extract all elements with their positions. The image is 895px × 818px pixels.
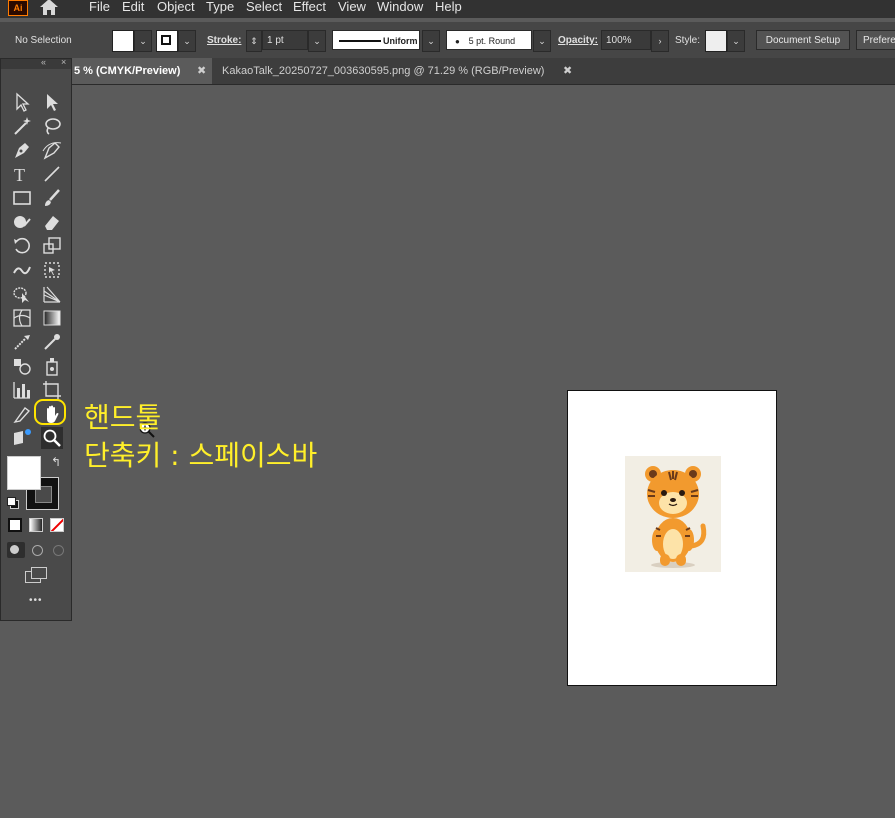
scale-tool-icon[interactable] <box>41 235 63 257</box>
symbol-sprayer-tool-icon[interactable] <box>41 355 63 377</box>
close-icon[interactable]: × <box>61 57 66 67</box>
illustrator-logo: Ai <box>8 0 28 16</box>
tab-label: 5 % (CMYK/Preview) <box>74 65 181 77</box>
tab-label: KakaoTalk_20250727_003630595.png @ 71.29… <box>222 65 545 77</box>
collapse-icon[interactable]: « <box>41 57 46 67</box>
close-icon[interactable]: ✖ <box>563 58 572 84</box>
eyedropper-tool-icon[interactable] <box>11 331 33 353</box>
draw-inside-icon[interactable] <box>49 542 67 558</box>
selection-status: No Selection <box>15 35 72 46</box>
shaper-tool-icon[interactable] <box>11 211 33 233</box>
warp-tool-icon[interactable] <box>11 259 33 281</box>
direct-selection-tool-icon[interactable] <box>41 91 63 113</box>
tab-document-2[interactable]: KakaoTalk_20250727_003630595.png @ 71.29… <box>212 58 582 84</box>
brush-dropdown[interactable]: ⌄ <box>533 30 551 52</box>
stroke-dropdown[interactable]: ⌄ <box>178 30 196 52</box>
blend-tool-icon[interactable] <box>11 355 33 377</box>
lasso-tool-icon[interactable] <box>41 115 63 137</box>
annotation-title: 핸드툴 <box>84 401 162 434</box>
menu-bar: Ai File Edit Object Type Select Effect V… <box>0 0 895 18</box>
tools-panel: « × T ↰ ••• <box>0 57 72 621</box>
menu-help[interactable]: Help <box>435 0 462 13</box>
draw-normal-icon[interactable] <box>7 542 25 558</box>
fill-color-box[interactable] <box>7 456 41 490</box>
zoom-tool-icon[interactable] <box>41 427 63 449</box>
perspective-grid-tool-icon[interactable] <box>41 283 63 305</box>
draw-behind-icon[interactable] <box>28 542 46 558</box>
annotation-shortcut: 단축키 : 스페이스바 <box>84 439 318 472</box>
tiger-illustration <box>645 466 707 568</box>
mesh-tool-icon[interactable] <box>11 307 33 329</box>
menu-select[interactable]: Select <box>246 0 282 13</box>
rotate-tool-icon[interactable] <box>11 235 33 257</box>
curvature-tool-icon[interactable] <box>41 139 63 161</box>
style-label: Style: <box>675 35 701 46</box>
document-tab-bar: 5 % (CMYK/Preview) ✖ KakaoTalk_20250727_… <box>0 58 895 85</box>
document-setup-button[interactable]: Document Setup <box>756 30 850 50</box>
measure-tool-icon[interactable] <box>41 331 63 353</box>
style-swatch[interactable] <box>705 30 727 52</box>
stroke-profile-label: Uniform <box>383 36 418 46</box>
hand-tool-highlight <box>34 399 66 425</box>
opacity-expand[interactable]: › <box>651 30 669 52</box>
shape-builder-tool-icon[interactable] <box>11 283 33 305</box>
eraser-tool-icon[interactable] <box>41 211 63 233</box>
slice-tool-icon[interactable] <box>11 403 33 425</box>
free-transform-tool-icon[interactable] <box>41 259 63 281</box>
brush-dot-icon: ● <box>455 37 460 46</box>
preferences-button[interactable]: Prefere <box>856 30 895 50</box>
none-mode-icon[interactable] <box>50 518 64 532</box>
selection-tool-icon[interactable] <box>11 91 33 113</box>
screen-mode-icon[interactable] <box>25 567 47 583</box>
menu-edit[interactable]: Edit <box>122 0 144 13</box>
print-tiling-tool-icon[interactable] <box>11 427 33 449</box>
paintbrush-tool-icon[interactable] <box>41 187 63 209</box>
opacity-label[interactable]: Opacity: <box>558 35 598 46</box>
control-bar: No Selection ⌄ ⌄ Stroke: ⇕ 1 pt ⌄ Unifor… <box>0 22 895 59</box>
artboard-tool-icon[interactable] <box>41 379 63 401</box>
swap-colors-icon[interactable]: ↰ <box>51 455 61 469</box>
menu-type[interactable]: Type <box>206 0 234 13</box>
tab-document-1[interactable]: 5 % (CMYK/Preview) <box>72 58 212 84</box>
style-dropdown[interactable]: ⌄ <box>727 30 745 52</box>
stroke-swatch[interactable] <box>156 30 178 52</box>
magic-wand-tool-icon[interactable] <box>11 115 33 137</box>
home-icon[interactable] <box>38 0 60 16</box>
svg-text:T: T <box>14 165 25 185</box>
menu-file[interactable]: File <box>89 0 110 13</box>
more-tools-icon[interactable]: ••• <box>29 595 43 606</box>
stroke-label[interactable]: Stroke: <box>207 35 241 46</box>
artboard[interactable] <box>567 390 777 686</box>
stroke-weight-dropdown[interactable]: ⌄ <box>308 30 326 52</box>
close-icon[interactable]: ✖ <box>197 58 206 84</box>
tiger-image[interactable] <box>625 456 721 572</box>
line-tool-icon[interactable] <box>41 163 63 185</box>
gradient-mode-icon[interactable] <box>29 518 43 532</box>
tools-panel-header[interactable]: « × <box>1 57 71 69</box>
menu-window[interactable]: Window <box>377 0 423 13</box>
brush-field[interactable]: ● 5 pt. Round <box>446 30 532 50</box>
stroke-profile-dropdown[interactable]: ⌄ <box>422 30 440 52</box>
menu-view[interactable]: View <box>338 0 366 13</box>
menu-object[interactable]: Object <box>157 0 195 13</box>
stroke-weight-field[interactable]: 1 pt <box>262 30 308 50</box>
color-mode-icon[interactable] <box>8 518 22 532</box>
brush-label: 5 pt. Round <box>468 36 516 46</box>
default-colors-icon[interactable] <box>7 497 19 509</box>
rectangle-tool-icon[interactable] <box>11 187 33 209</box>
fill-swatch[interactable] <box>112 30 134 52</box>
stroke-weight-stepper[interactable]: ⇕ <box>246 30 262 52</box>
opacity-field[interactable]: 100% <box>601 30 651 50</box>
pen-tool-icon[interactable] <box>11 139 33 161</box>
menu-effect[interactable]: Effect <box>293 0 326 13</box>
fill-dropdown[interactable]: ⌄ <box>134 30 152 52</box>
gradient-tool-icon[interactable] <box>41 307 63 329</box>
stroke-profile-field[interactable]: Uniform <box>332 30 420 50</box>
column-graph-tool-icon[interactable] <box>11 379 33 401</box>
type-tool-icon[interactable]: T <box>11 163 33 185</box>
